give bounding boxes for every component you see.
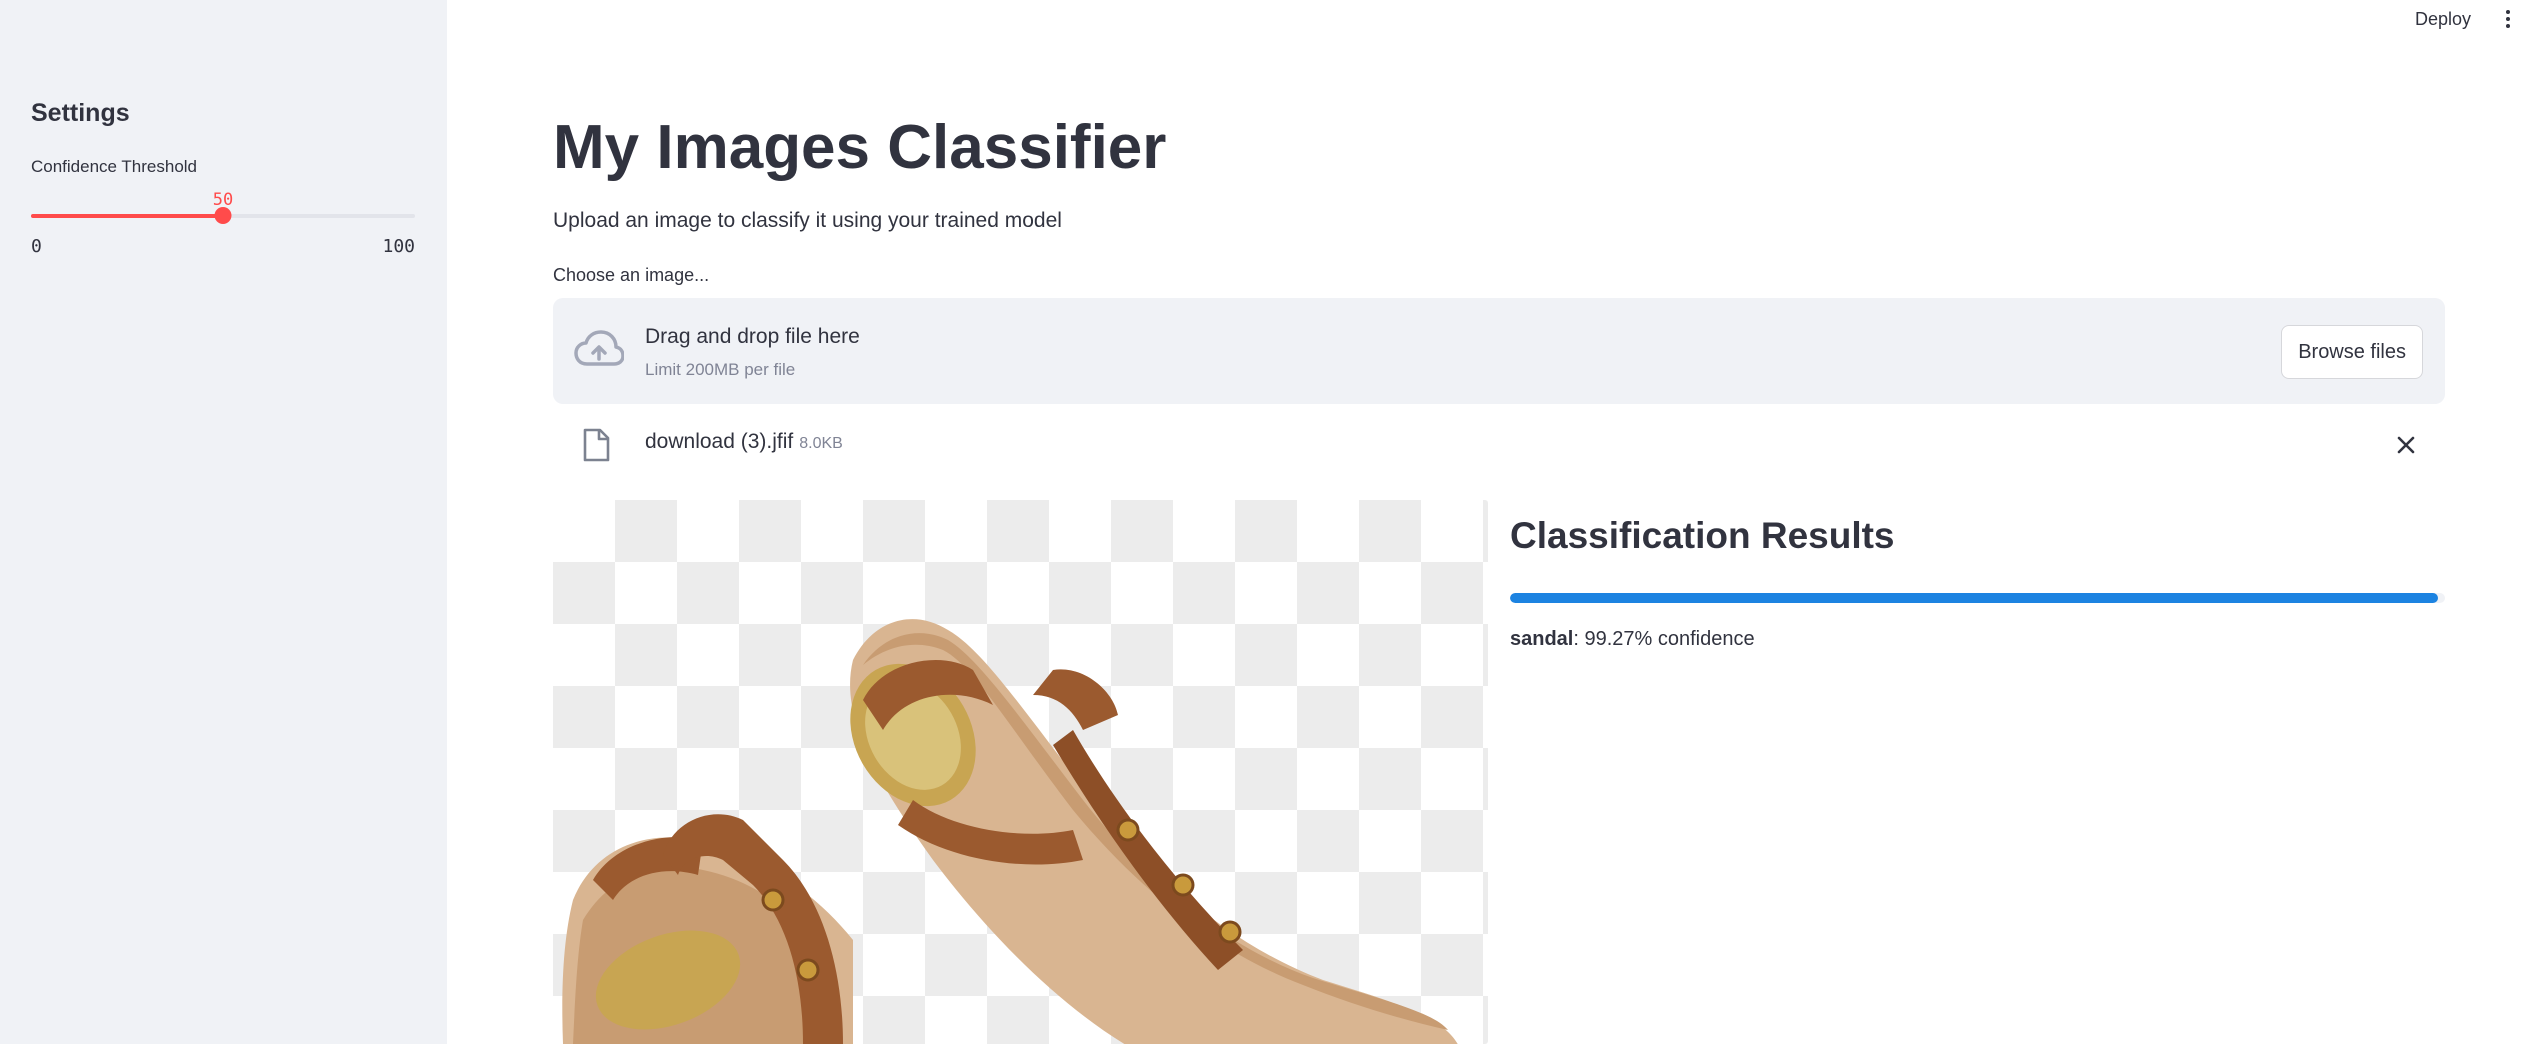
file-icon xyxy=(583,428,610,462)
results-title: Classification Results xyxy=(1510,515,1895,556)
result-text: sandal: 99.27% confidence xyxy=(1510,628,1755,651)
uploader-label: Choose an image... xyxy=(553,265,710,285)
page-title: My Images Classifier xyxy=(553,113,1167,182)
confidence-threshold-slider[interactable]: 50 0 100 xyxy=(31,190,415,257)
file-name-text: download (3).jfif xyxy=(645,430,794,453)
confidence-progress-fill xyxy=(1510,593,2439,603)
result-label: sandal xyxy=(1510,628,1574,650)
confidence-progress-bar xyxy=(1510,593,2445,603)
browse-files-button[interactable]: Browse files xyxy=(2281,325,2423,379)
dropzone-instructions: Drag and drop file here xyxy=(645,325,860,348)
uploaded-file-row: download (3).jfif 8.0KB xyxy=(553,410,2445,480)
more-vertical-icon[interactable] xyxy=(2503,8,2513,32)
result-confidence: : 99.27% confidence xyxy=(1573,628,1755,650)
slider-max-label: 100 xyxy=(382,236,415,257)
page-subtitle: Upload an image to classify it using you… xyxy=(553,209,1062,232)
file-size: 8.0KB xyxy=(799,435,843,452)
sidebar: Settings Confidence Threshold 50 0 100 xyxy=(0,0,447,1044)
cloud-upload-icon xyxy=(574,330,624,366)
confidence-threshold-label: Confidence Threshold xyxy=(31,157,198,176)
slider-fill xyxy=(31,214,223,218)
close-icon[interactable] xyxy=(2395,434,2417,456)
slider-thumb[interactable] xyxy=(214,207,232,224)
file-dropzone[interactable]: Drag and drop file here Limit 200MB per … xyxy=(553,298,2445,404)
sidebar-title: Settings xyxy=(31,99,130,127)
slider-min-label: 0 xyxy=(31,236,42,257)
sandal-image xyxy=(562,619,1458,1044)
uploaded-image xyxy=(553,500,1488,1044)
file-name: download (3).jfif 8.0KB xyxy=(645,430,843,454)
dropzone-limit: Limit 200MB per file xyxy=(645,360,796,379)
deploy-button[interactable]: Deploy xyxy=(2415,9,2471,30)
